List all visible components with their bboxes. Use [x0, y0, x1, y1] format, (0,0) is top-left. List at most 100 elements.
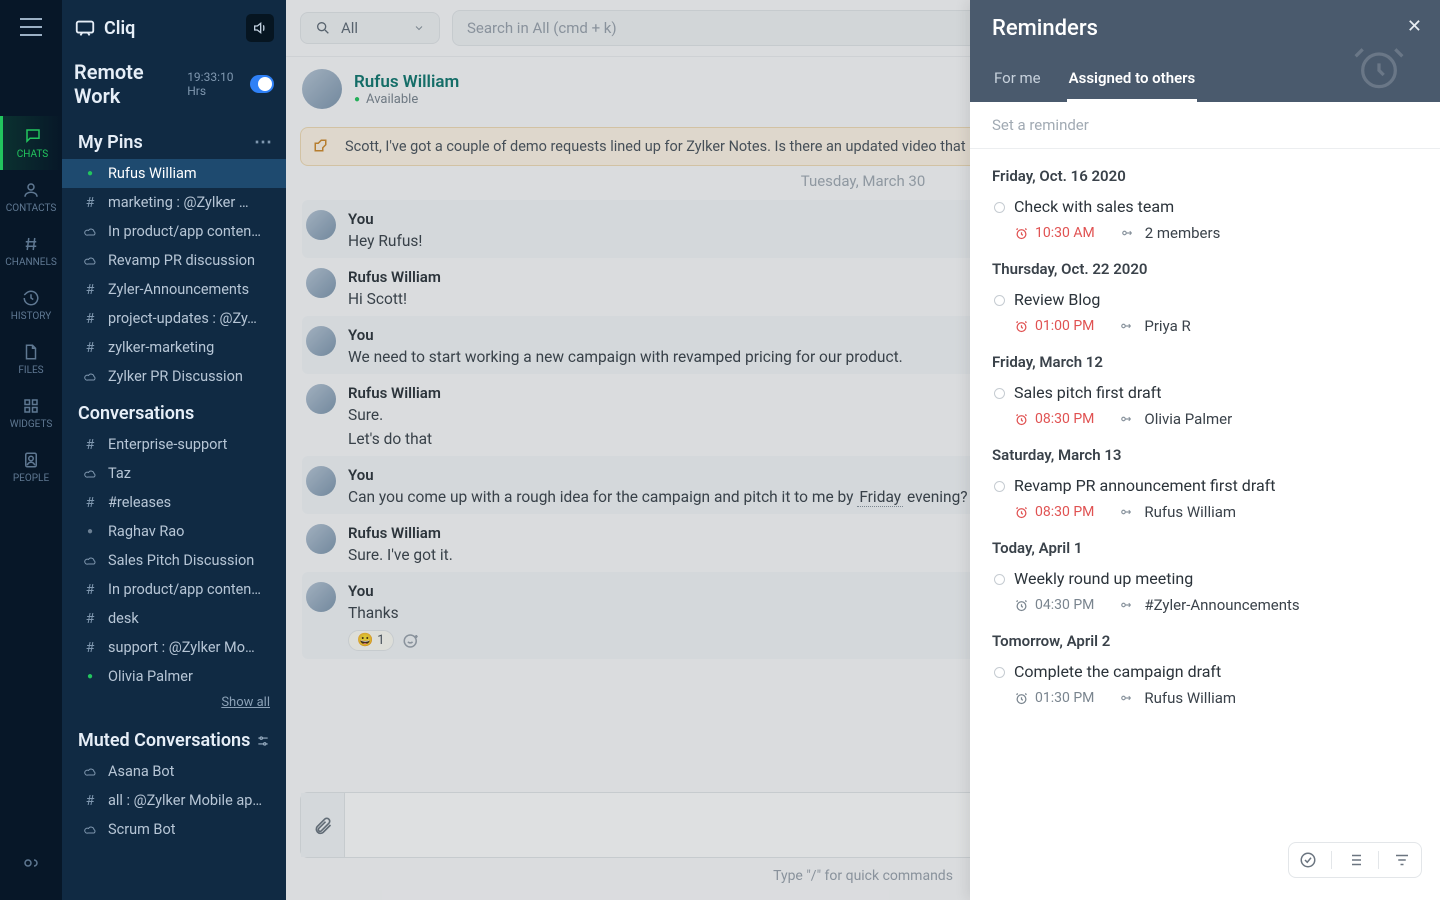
- nav-rail: CHATS CONTACTS CHANNELS HISTORY FILES WI…: [0, 0, 62, 900]
- sidebar-item[interactable]: #Enterprise-support: [62, 430, 286, 459]
- theme-toggle-icon[interactable]: [0, 836, 62, 890]
- reminder-title: Revamp PR announcement first draft: [1014, 476, 1418, 495]
- reminder-date: Tomorrow, April 2: [992, 620, 1418, 658]
- tab-label: For me: [994, 69, 1041, 87]
- sidebar-item-label: all : @Zylker Mobile ap…: [108, 792, 262, 809]
- tab-assigned[interactable]: Assigned to others: [1067, 59, 1198, 102]
- sidebar-item[interactable]: Raghav Rao: [62, 517, 286, 546]
- filter-icon[interactable]: [1393, 851, 1411, 869]
- search-placeholder: Search in All (cmd + k): [467, 19, 617, 37]
- sidebar-item[interactable]: Scrum Bot: [62, 815, 286, 844]
- section-settings-icon[interactable]: [254, 734, 272, 748]
- close-icon[interactable]: ✕: [1407, 16, 1422, 37]
- sidebar-item-label: In product/app conten…: [108, 581, 261, 598]
- sidebar-item[interactable]: #zylker-marketing: [62, 333, 286, 362]
- tab-for-me[interactable]: For me: [992, 59, 1043, 102]
- remote-toggle[interactable]: [250, 75, 274, 93]
- reminder-item[interactable]: Complete the campaign draft 01:30 PM Ruf…: [992, 658, 1418, 713]
- rail-channels[interactable]: CHANNELS: [0, 224, 62, 278]
- completed-icon[interactable]: [1299, 851, 1317, 869]
- contact-name[interactable]: Rufus William: [354, 72, 459, 92]
- sidebar-item[interactable]: ##releases: [62, 488, 286, 517]
- sidebar-item-label: zylker-marketing: [108, 339, 214, 356]
- sidebar-item[interactable]: #desk: [62, 604, 286, 633]
- tab-label: Assigned to others: [1069, 69, 1196, 87]
- sidebar-item[interactable]: Revamp PR discussion: [62, 246, 286, 275]
- reminder-item[interactable]: Check with sales team 10:30 AM 2 members: [992, 193, 1418, 248]
- reminder-item[interactable]: Review Blog 01:00 PM Priya R: [992, 286, 1418, 341]
- section-more-icon[interactable]: ⋯: [254, 132, 272, 153]
- sidebar-item-label: desk: [108, 610, 139, 627]
- reminder-date: Thursday, Oct. 22 2020: [992, 248, 1418, 286]
- rail-contacts[interactable]: CONTACTS: [0, 170, 62, 224]
- avatar: [306, 326, 336, 356]
- sidebar-item[interactable]: #all : @Zylker Mobile ap…: [62, 786, 286, 815]
- reminder-date: Saturday, March 13: [992, 434, 1418, 472]
- reminder-assignee: 2 members: [1119, 224, 1221, 242]
- sidebar-item-label: Rufus William: [108, 165, 197, 182]
- rail-files[interactable]: FILES: [0, 332, 62, 386]
- reminder-title: Weekly round up meeting: [1014, 569, 1418, 588]
- rail-chats[interactable]: CHATS: [0, 116, 62, 170]
- reminder-assignee: Priya R: [1118, 317, 1190, 335]
- sidebar-item[interactable]: #Zyler-Announcements: [62, 275, 286, 304]
- reminder-item[interactable]: Sales pitch first draft 08:30 PM Olivia …: [992, 379, 1418, 434]
- remote-work-title: Remote Work: [74, 60, 171, 108]
- rail-label: FILES: [18, 365, 43, 376]
- volume-icon[interactable]: [246, 14, 274, 42]
- reminder-time: 10:30 AM: [1014, 225, 1095, 241]
- reminder-title: Check with sales team: [1014, 197, 1418, 216]
- rail-people[interactable]: PEOPLE: [0, 440, 62, 494]
- rail-label: WIDGETS: [10, 419, 53, 430]
- reminder-assignee: Olivia Palmer: [1118, 410, 1232, 428]
- avatar: [306, 524, 336, 554]
- reminder-date: Today, April 1: [992, 527, 1418, 565]
- assignee-arrow-icon: [1118, 319, 1136, 333]
- sidebar-item[interactable]: Asana Bot: [62, 757, 286, 786]
- show-all-link[interactable]: Show all: [62, 691, 286, 718]
- reaction-pill[interactable]: 😀 1: [348, 630, 394, 651]
- reminder-item[interactable]: Weekly round up meeting 04:30 PM #Zyler-…: [992, 565, 1418, 620]
- reminder-item[interactable]: Revamp PR announcement first draft 08:30…: [992, 472, 1418, 527]
- avatar: [306, 582, 336, 612]
- scope-select[interactable]: All: [300, 12, 440, 44]
- sidebar-item[interactable]: Zylker PR Discussion: [62, 362, 286, 391]
- sidebar-item[interactable]: Taz: [62, 459, 286, 488]
- sidebar-item-label: Asana Bot: [108, 763, 174, 780]
- scope-label: All: [341, 19, 358, 37]
- rail-history[interactable]: HISTORY: [0, 278, 62, 332]
- assignee-arrow-icon: [1118, 412, 1136, 426]
- sidebar-item[interactable]: Rufus William: [62, 159, 286, 188]
- app-logo: Cliq: [74, 17, 135, 39]
- panel-header: Reminders ✕ For me Assigned to others: [970, 0, 1440, 102]
- list-view-icon[interactable]: [1346, 851, 1364, 869]
- attach-button[interactable]: [301, 793, 345, 857]
- app-name: Cliq: [104, 18, 135, 39]
- rail-widgets[interactable]: WIDGETS: [0, 386, 62, 440]
- sidebar-item[interactable]: Sales Pitch Discussion: [62, 546, 286, 575]
- reminder-time: 01:30 PM: [1014, 690, 1094, 706]
- reminder-input[interactable]: Set a reminder: [970, 102, 1440, 149]
- presence-text: Available: [366, 92, 418, 107]
- sidebar-item[interactable]: In product/app conten…: [62, 217, 286, 246]
- sidebar-item[interactable]: #In product/app conten…: [62, 575, 286, 604]
- sidebar-item[interactable]: #project-updates : @Zy…: [62, 304, 286, 333]
- reminder-assignee: #Zyler-Announcements: [1118, 596, 1299, 614]
- reminder-assignee: Rufus William: [1118, 503, 1236, 521]
- hamburger-icon[interactable]: [20, 18, 42, 36]
- assignee-arrow-icon: [1118, 691, 1136, 705]
- avatar: [306, 268, 336, 298]
- reminder-date: Friday, March 12: [992, 341, 1418, 379]
- sidebar-item[interactable]: Olivia Palmer: [62, 662, 286, 691]
- add-reaction-icon[interactable]: [402, 632, 420, 650]
- sidebar-item-label: #releases: [108, 494, 171, 511]
- reminder-date: Friday, Oct. 16 2020: [992, 155, 1418, 193]
- reminder-title: Sales pitch first draft: [1014, 383, 1418, 402]
- sidebar-item[interactable]: #marketing : @Zylker …: [62, 188, 286, 217]
- rail-label: CONTACTS: [6, 203, 57, 214]
- sidebar-item-label: Zylker PR Discussion: [108, 368, 243, 385]
- sidebar-item[interactable]: #support : @Zylker Mo…: [62, 633, 286, 662]
- section-header: Muted Conversations: [62, 718, 286, 757]
- avatar: [302, 69, 342, 109]
- section-header: My Pins⋯: [62, 120, 286, 159]
